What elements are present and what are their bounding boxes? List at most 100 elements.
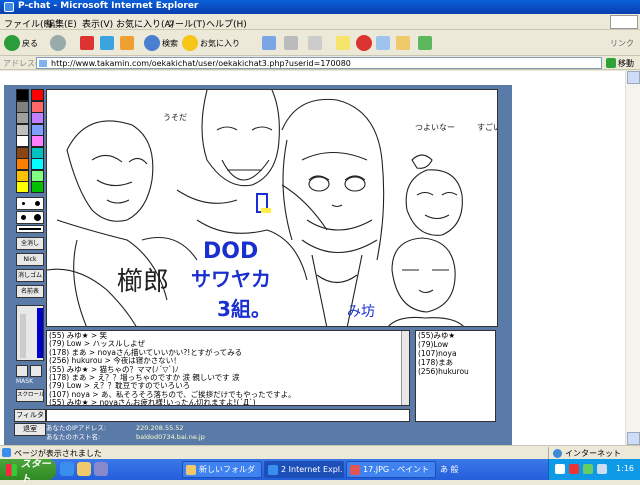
quicklaunch-media-icon[interactable] bbox=[94, 462, 108, 476]
address-input[interactable]: http://www.takamin.com/oekakichat/user/o… bbox=[36, 57, 602, 69]
color-swatch[interactable] bbox=[16, 158, 29, 170]
color-swatch[interactable] bbox=[31, 146, 44, 159]
menu-tools[interactable]: ツール(T) bbox=[166, 17, 206, 30]
color-swatch[interactable] bbox=[16, 135, 29, 147]
back-button[interactable]: 戻る bbox=[4, 34, 38, 52]
toolbar-red-button[interactable] bbox=[356, 34, 372, 52]
scroll-down-button[interactable] bbox=[627, 432, 640, 445]
menu-help[interactable]: ヘルプ(H) bbox=[206, 17, 247, 30]
color-swatch[interactable] bbox=[16, 123, 29, 136]
pen-line-preview bbox=[16, 225, 44, 233]
pen-dot-small bbox=[22, 202, 25, 205]
color-swatch[interactable] bbox=[31, 135, 44, 147]
mail-button[interactable] bbox=[262, 34, 276, 52]
user-item[interactable]: (178)まあ bbox=[416, 358, 495, 367]
pen-size-2[interactable] bbox=[16, 211, 44, 224]
host-label: あなたのホスト名: bbox=[46, 433, 101, 441]
forward-button[interactable] bbox=[50, 34, 66, 52]
print-button[interactable] bbox=[284, 34, 298, 52]
scroll-up-button[interactable] bbox=[627, 71, 640, 84]
color-swatch[interactable] bbox=[31, 112, 44, 124]
chat-line: (55) みゆ★ > noyaさんお疲れ様!いったん切れますよ!(´Д`) bbox=[49, 398, 256, 406]
chat-line: (79) Low > え？？耽豆ですのでいろいろ bbox=[49, 381, 191, 390]
windows-logo-icon bbox=[610, 15, 638, 29]
eraser-button[interactable]: 消しゴム bbox=[16, 269, 44, 282]
user-item[interactable]: (107)noya bbox=[416, 349, 495, 358]
color-swatch[interactable] bbox=[31, 100, 44, 113]
folder-icon bbox=[396, 36, 410, 50]
menu-edit[interactable]: 編集(E) bbox=[46, 17, 77, 30]
task-new-folder[interactable]: 新しいフォルダ bbox=[182, 461, 262, 478]
ie-app-icon bbox=[4, 2, 14, 12]
user-item[interactable]: (55)みゆ★ bbox=[416, 331, 495, 340]
filter-button[interactable]: フィルタ bbox=[14, 409, 46, 422]
menu-file[interactable]: ファイル(F) bbox=[4, 17, 52, 30]
tray-volume-icon[interactable] bbox=[597, 464, 607, 474]
color-swatch[interactable] bbox=[16, 146, 29, 159]
color-swatch[interactable] bbox=[31, 181, 44, 193]
messenger-icon bbox=[418, 36, 432, 50]
links-label[interactable]: リンク bbox=[610, 34, 634, 52]
paint-icon bbox=[350, 464, 360, 475]
stop-icon bbox=[80, 36, 94, 50]
page-scrollbar[interactable] bbox=[625, 71, 640, 445]
start-button[interactable]: スタート bbox=[0, 459, 56, 485]
chat-scrollbar[interactable] bbox=[401, 331, 409, 405]
mask-envelope2-icon[interactable] bbox=[30, 365, 42, 377]
text-sawayaka: サワヤカ bbox=[191, 267, 271, 291]
color-swatch[interactable] bbox=[16, 112, 29, 124]
tray-caps-icon[interactable] bbox=[555, 464, 565, 474]
exit-button[interactable]: 退室 bbox=[14, 423, 46, 436]
text-dod: DOD bbox=[203, 239, 258, 264]
mask-envelope-icon[interactable] bbox=[16, 365, 28, 377]
chat-input[interactable] bbox=[46, 409, 410, 422]
user-item[interactable]: (79)Low bbox=[416, 340, 495, 349]
quicklaunch-ie-icon[interactable] bbox=[60, 462, 74, 476]
drawing-canvas[interactable]: 櫛郎 DOD サワヤカ 3組。 み坊 つよいなー すごいよ うそだ bbox=[46, 89, 498, 327]
refresh-button[interactable] bbox=[100, 34, 114, 52]
task-paint[interactable]: 17.JPG - ペイント bbox=[346, 461, 436, 478]
color-swatch[interactable] bbox=[31, 169, 44, 182]
opacity-slider[interactable] bbox=[16, 305, 44, 361]
menu-view[interactable]: 表示(V) bbox=[82, 17, 113, 30]
color-swatch[interactable] bbox=[16, 89, 29, 101]
clear-all-button[interactable]: 全消し bbox=[16, 237, 44, 250]
system-tray: 1:16 bbox=[548, 459, 640, 480]
slider-track bbox=[20, 314, 26, 358]
tray-red-icon[interactable] bbox=[569, 464, 579, 474]
task-internet-explorer[interactable]: 2 Internet Expl... bbox=[264, 461, 344, 478]
color-swatch[interactable] bbox=[16, 100, 29, 113]
name-list-button[interactable]: 名前表 bbox=[16, 285, 44, 298]
chat-line: (178) まあ > え？？増っちゃのですか 涙 親しいです 涙 bbox=[49, 372, 240, 382]
home-button[interactable] bbox=[120, 34, 134, 52]
nick-button[interactable]: Nick bbox=[16, 253, 44, 266]
color-swatch[interactable] bbox=[31, 89, 44, 101]
toolbar-yellow-button[interactable] bbox=[336, 34, 350, 52]
color-swatch[interactable] bbox=[31, 158, 44, 170]
scroll-button[interactable]: スクロール bbox=[16, 389, 44, 402]
toolbar-mail2-button[interactable] bbox=[376, 34, 390, 52]
clock: 1:16 bbox=[616, 464, 634, 473]
color-swatch[interactable] bbox=[16, 181, 29, 193]
envelope-icon bbox=[376, 36, 390, 50]
stop-button[interactable] bbox=[80, 34, 94, 52]
security-zone: インターネット bbox=[548, 447, 638, 459]
mask-label: MASK bbox=[16, 378, 34, 385]
chat-lines: (55) みゆ★ > 笑 (79) Low > ハッスルしよぜ (178) まあ >… bbox=[47, 331, 409, 406]
favorites-button[interactable]: お気に入り bbox=[182, 34, 240, 52]
toolbar-folder-button[interactable] bbox=[396, 34, 410, 52]
pen-size-1[interactable] bbox=[16, 197, 44, 210]
edit-button[interactable] bbox=[308, 34, 322, 52]
quicklaunch-folder-icon[interactable] bbox=[77, 462, 91, 476]
user-item[interactable]: (256)hukurou bbox=[416, 367, 495, 376]
pen-dot-large bbox=[34, 214, 41, 221]
color-swatch[interactable] bbox=[31, 123, 44, 136]
color-swatch[interactable] bbox=[16, 169, 29, 182]
toolbar-messenger-button[interactable] bbox=[418, 34, 432, 52]
tray-network-icon[interactable] bbox=[583, 464, 593, 474]
search-button[interactable]: 検索 bbox=[144, 34, 178, 52]
chat-line: (256) hukurou > 今夜は寝かさない！ bbox=[49, 356, 181, 365]
go-button[interactable]: 移動 bbox=[606, 57, 638, 69]
chat-log: (55) みゆ★ > 笑 (79) Low > ハッスルしよぜ (178) まあ >… bbox=[46, 330, 410, 406]
language-bar[interactable]: あ 般 bbox=[440, 462, 459, 477]
